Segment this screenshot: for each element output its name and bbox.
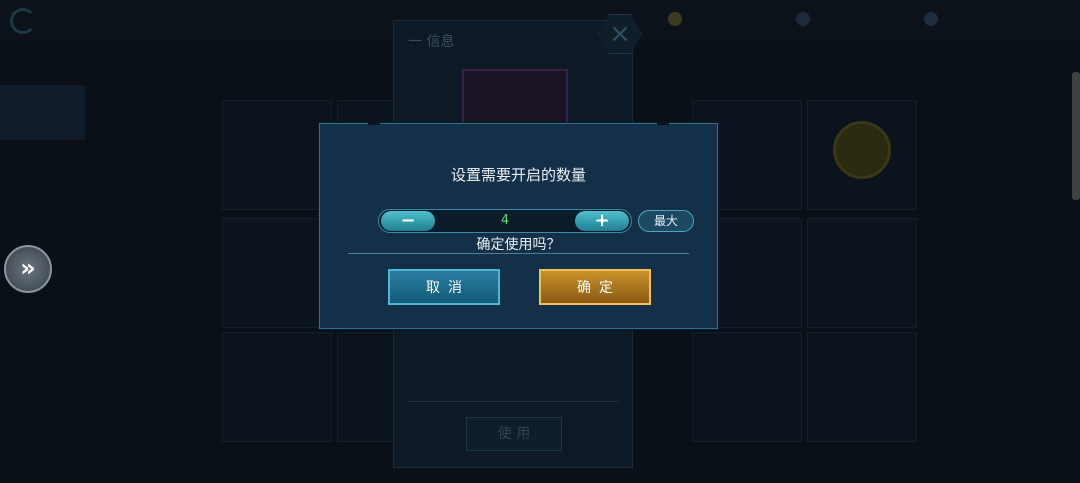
side-nav-item[interactable] [0,195,90,250]
divider [348,253,689,254]
quantity-value[interactable]: 4 [439,213,571,228]
side-nav-item[interactable] [0,140,90,195]
gem-icon [796,12,810,26]
inventory-slot[interactable] [807,332,917,442]
inventory-slot[interactable] [222,218,332,328]
side-nav-item[interactable] [0,85,85,140]
divider [408,401,618,402]
use-button[interactable]: 使 用 [466,417,562,451]
increase-button[interactable]: + [575,211,629,231]
gold-coin-icon [668,12,682,26]
energy-icon [924,12,938,26]
resource-energy [924,9,944,29]
quantity-stepper: − 4 + [378,209,632,233]
max-button[interactable]: 最大 [638,210,694,232]
decrease-button[interactable]: − [381,211,435,231]
info-panel-header: 一 信息 [408,34,455,50]
inventory-slot[interactable] [807,100,917,210]
gold-coin-icon [833,121,891,179]
cancel-button[interactable]: 取消 [388,269,500,305]
inventory-slot[interactable] [222,100,332,210]
back-icon[interactable] [10,8,36,34]
scrollbar[interactable] [1072,72,1080,200]
inventory-slot[interactable] [692,332,802,442]
resource-gem [796,9,816,29]
double-chevron-right-icon[interactable]: » [4,245,52,293]
confirm-button[interactable]: 确定 [539,269,651,305]
item-image [462,69,568,129]
resource-gold [668,9,688,29]
confirm-question: 确定使用吗？ [476,237,561,253]
dialog-title: 设置需要开启的数量 [450,166,586,184]
quantity-dialog: 设置需要开启的数量 − 4 + 最大 确定使用吗？ 取消 确定 [319,121,718,329]
inventory-slot[interactable] [222,332,332,442]
inventory-slot[interactable] [807,218,917,328]
